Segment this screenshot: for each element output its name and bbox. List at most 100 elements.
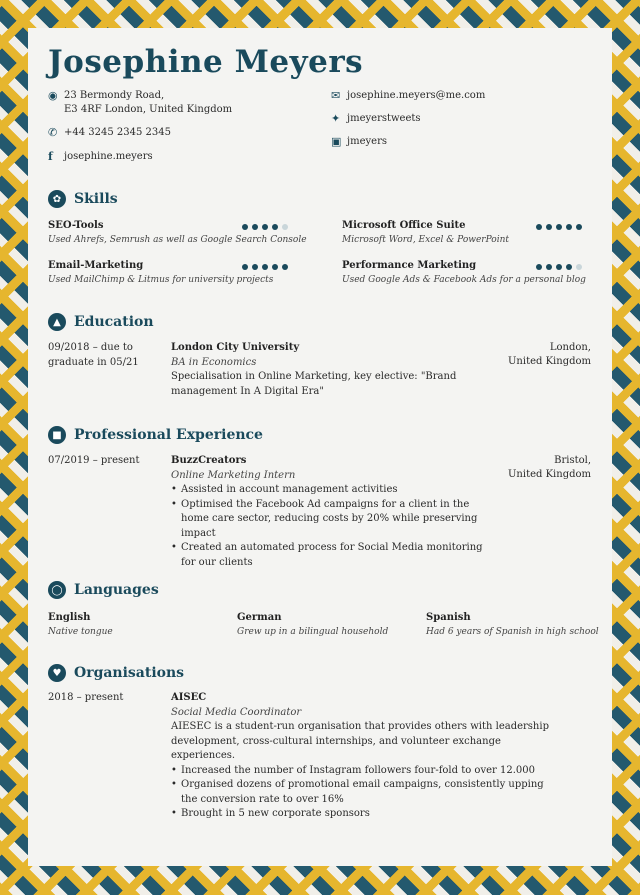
heart-hands-icon: ♥ xyxy=(48,664,66,682)
candidate-name: Josephine Meyers xyxy=(48,44,364,80)
experience-country: United Kingdom xyxy=(508,469,591,480)
languages-heading: ◯ Languages xyxy=(48,581,159,599)
instagram-handle: jmeyers xyxy=(347,136,387,147)
list-item: Brought in 5 new corporate sponsors xyxy=(171,807,556,822)
language-item: German Grew up in a bilingual household xyxy=(237,612,388,637)
languages-title: Languages xyxy=(74,582,159,598)
experience-heading: ■ Professional Experience xyxy=(48,426,263,444)
language-desc: Native tongue xyxy=(48,627,113,637)
skill-desc: Used Google Ads & Facebook Ads for a per… xyxy=(342,275,586,285)
rating-dot-filled xyxy=(262,264,268,270)
address-line-1: 23 Bermondy Road, xyxy=(64,90,165,101)
rating-dot-filled xyxy=(272,264,278,270)
rating-dot-filled xyxy=(576,224,582,230)
email-icon: ✉ xyxy=(331,89,341,102)
rating-dot-filled xyxy=(556,224,562,230)
rating-dot-filled xyxy=(252,264,258,270)
job-role: Online Marketing Intern xyxy=(171,469,296,481)
email-address: josephine.meyers@me.com xyxy=(347,90,486,101)
twitter-icon: ✦ xyxy=(331,112,341,125)
globe-icon: ◯ xyxy=(48,581,66,599)
education-heading: ▲ Education xyxy=(48,313,154,331)
skill-name: Email-Marketing xyxy=(48,260,144,271)
contact-email[interactable]: ✉ josephine.meyers@me.com xyxy=(331,89,485,103)
skill-desc: Used MailChimp & Litmus for university p… xyxy=(48,275,274,285)
rating-dot-filled xyxy=(546,224,552,230)
rating-dot-filled xyxy=(252,224,258,230)
contact-phone: ✆ +44 3245 2345 2345 xyxy=(48,126,171,140)
rating-dot-filled xyxy=(566,264,572,270)
organisation-name: AISEC xyxy=(171,692,207,703)
skill-rating xyxy=(242,264,288,270)
rating-dot-filled xyxy=(536,224,542,230)
phone-number: +44 3245 2345 2345 xyxy=(64,127,171,138)
brain-icon: ✿ xyxy=(48,190,66,208)
contact-twitter[interactable]: ✦ jmeyerstweets xyxy=(331,112,421,126)
education-detail-line-2: management In A Digital Era" xyxy=(171,385,324,397)
education-date-line-1: 09/2018 – due to xyxy=(48,342,133,353)
skill-item: Microsoft Office Suite Microsoft Word, E… xyxy=(342,220,509,245)
language-name: German xyxy=(237,612,282,623)
skill-name: Microsoft Office Suite xyxy=(342,220,466,231)
list-item: Organised dozens of promotional email ca… xyxy=(171,778,556,807)
language-item: Spanish Had 6 years of Spanish in high s… xyxy=(426,612,599,637)
rating-dot-empty xyxy=(576,264,582,270)
experience-location: Bristol, United Kingdom xyxy=(508,454,591,482)
language-desc: Grew up in a bilingual household xyxy=(237,627,389,637)
briefcase-icon: ■ xyxy=(48,426,66,444)
degree: BA in Economics xyxy=(171,356,257,368)
facebook-icon: f xyxy=(48,150,53,163)
contact-address: ◉ 23 Bermondy Road, E3 4RF London, Unite… xyxy=(48,89,232,117)
skills-heading: ✿ Skills xyxy=(48,190,118,208)
rating-dot-empty xyxy=(282,224,288,230)
graduation-cap-icon: ▲ xyxy=(48,313,66,331)
list-item: Assisted in account management activitie… xyxy=(171,483,489,498)
company-name: BuzzCreators xyxy=(171,455,247,466)
school-name: London City University xyxy=(171,342,300,353)
education-title: Education xyxy=(74,314,154,330)
experience-city: Bristol, xyxy=(554,455,591,466)
contact-facebook[interactable]: f josephine.meyers xyxy=(48,150,153,164)
organisations-title: Organisations xyxy=(74,665,185,681)
map-pin-icon: ◉ xyxy=(48,89,58,102)
rating-dot-filled xyxy=(546,264,552,270)
contact-instagram[interactable]: ▣ jmeyers xyxy=(331,135,387,149)
rating-dot-filled xyxy=(262,224,268,230)
language-item: English Native tongue xyxy=(48,612,113,637)
language-desc: Had 6 years of Spanish in high school xyxy=(426,627,599,637)
address-line-2: E3 4RF London, United Kingdom xyxy=(64,104,233,115)
skill-rating xyxy=(536,224,582,230)
organisation-date: 2018 – present xyxy=(48,692,124,703)
phone-icon: ✆ xyxy=(48,126,58,139)
rating-dot-filled xyxy=(536,264,542,270)
education-date-line-2: graduate in 05/21 xyxy=(48,356,139,368)
organisations-heading: ♥ Organisations xyxy=(48,664,184,682)
education-location: London, United Kingdom xyxy=(508,341,591,369)
organisation-desc: AIESEC is a student-run organisation tha… xyxy=(171,721,549,761)
organisation-entry: AISEC Social Media Coordinator AIESEC is… xyxy=(171,691,556,822)
skill-rating xyxy=(242,224,288,230)
skill-rating xyxy=(536,264,582,270)
twitter-handle: jmeyerstweets xyxy=(347,113,421,124)
rating-dot-filled xyxy=(556,264,562,270)
education-city: London, xyxy=(549,342,591,353)
organisation-role: Social Media Coordinator xyxy=(171,706,302,718)
rating-dot-filled xyxy=(242,264,248,270)
education-detail-line-1: Specialisation in Online Marketing, key … xyxy=(171,371,457,382)
experience-bullets: Assisted in account management activitie… xyxy=(171,483,489,570)
education-country: United Kingdom xyxy=(508,356,591,367)
experience-entry: BuzzCreators Online Marketing Intern Ass… xyxy=(171,454,489,570)
skills-title: Skills xyxy=(74,191,118,207)
skill-desc: Used Ahrefs, Semrush as well as Google S… xyxy=(48,235,307,245)
experience-title: Professional Experience xyxy=(74,427,263,443)
list-item: Increased the number of Instagram follow… xyxy=(171,764,556,779)
language-name: English xyxy=(48,612,91,623)
resume-page: Josephine Meyers ◉ 23 Bermondy Road, E3 … xyxy=(28,28,612,866)
education-entry: London City University BA in Economics S… xyxy=(171,341,461,399)
list-item: Optimised the Facebook Ad campaigns for … xyxy=(171,498,489,542)
skill-item: Email-Marketing Used MailChimp & Litmus … xyxy=(48,260,273,285)
rating-dot-filled xyxy=(566,224,572,230)
education-date: 09/2018 – due to graduate in 05/21 xyxy=(48,341,139,370)
list-item: Created an automated process for Social … xyxy=(171,541,489,570)
rating-dot-filled xyxy=(272,224,278,230)
